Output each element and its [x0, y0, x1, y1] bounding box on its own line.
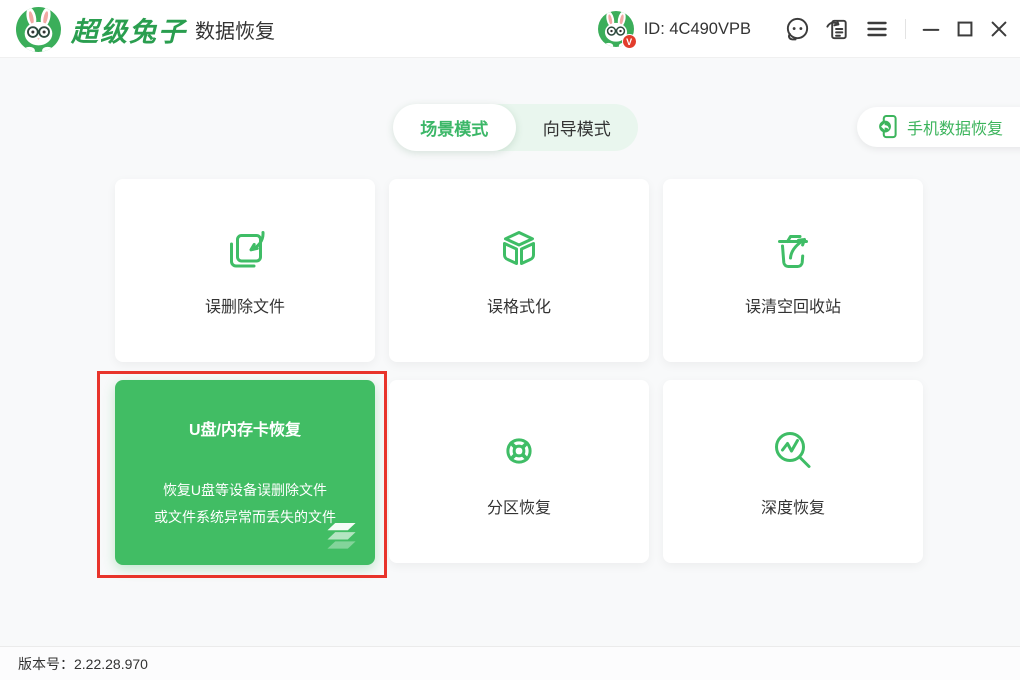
- card-recycle-bin[interactable]: 误清空回收站: [663, 179, 923, 362]
- cube-icon: [495, 225, 543, 275]
- card-label: 误格式化: [487, 293, 551, 317]
- card-description: 恢复U盘等设备误删除文件 或文件系统异常而丢失的文件: [154, 477, 336, 531]
- card-usb-memory-recovery[interactable]: U盘/内存卡恢复 恢复U盘等设备误删除文件 或文件系统异常而丢失的文件: [115, 380, 375, 565]
- card-label: 深度恢复: [761, 494, 825, 518]
- maximize-button[interactable]: [950, 14, 980, 44]
- layers-icon: [322, 522, 362, 553]
- footer: 版本号：2.22.28.970: [0, 646, 1020, 680]
- partition-icon: [495, 426, 543, 476]
- maximize-icon: [954, 18, 976, 40]
- brand-subtitle: 数据恢复: [195, 15, 275, 44]
- headset-support-icon: [784, 16, 811, 43]
- titlebar-controls: V ID: 4C490VPB: [598, 0, 1020, 58]
- card-description-line1: 恢复U盘等设备误删除文件: [154, 477, 336, 504]
- phone-recovery-label: 手机数据恢复: [907, 115, 1003, 139]
- menu-button[interactable]: [860, 12, 894, 46]
- deep-scan-icon: [769, 426, 817, 476]
- card-deep-recovery[interactable]: 深度恢复: [663, 380, 923, 563]
- tab-scene-mode[interactable]: 场景模式: [393, 104, 516, 151]
- card-label: 误删除文件: [205, 293, 285, 317]
- version-label: 版本号：2.22.28.970: [18, 654, 148, 674]
- phone-recovery-button[interactable]: 手机数据恢复: [857, 107, 1020, 147]
- brand-area: 超级兔子 数据恢复: [16, 0, 275, 58]
- user-id: ID: 4C490VPB: [644, 20, 751, 39]
- card-label: 分区恢复: [487, 494, 551, 518]
- mode-tabs: 场景模式 向导模式: [393, 104, 638, 151]
- card-partition-recovery[interactable]: 分区恢复: [389, 380, 649, 563]
- user-avatar[interactable]: V: [598, 11, 634, 47]
- card-label: 误清空回收站: [745, 293, 841, 317]
- hamburger-menu-icon: [865, 17, 889, 41]
- minimize-button[interactable]: [916, 14, 946, 44]
- file-restore-icon: [221, 225, 269, 275]
- phone-recovery-icon: [877, 114, 899, 140]
- titlebar: 超级兔子 数据恢复: [0, 0, 1020, 58]
- app-window: 超级兔子 数据恢复: [0, 0, 1020, 680]
- card-description-line2: 或文件系统异常而丢失的文件: [154, 504, 336, 531]
- close-icon: [988, 18, 1010, 40]
- vip-badge: V: [622, 34, 637, 49]
- feedback-icon: [824, 16, 851, 43]
- main-content: 场景模式 向导模式 手机数据恢复 误删除文件: [0, 59, 1020, 646]
- rabbit-logo-icon: [16, 7, 61, 52]
- card-formatted[interactable]: 误格式化: [389, 179, 649, 362]
- brand-name: 超级兔子: [71, 10, 187, 49]
- card-deleted-files[interactable]: 误删除文件: [115, 179, 375, 362]
- feedback-button[interactable]: [820, 12, 854, 46]
- titlebar-divider: [905, 19, 906, 39]
- support-button[interactable]: [780, 12, 814, 46]
- close-button[interactable]: [984, 14, 1014, 44]
- card-title: U盘/内存卡恢复: [189, 416, 301, 440]
- minimize-icon: [920, 18, 942, 40]
- trash-restore-icon: [769, 225, 817, 275]
- tab-wizard-mode[interactable]: 向导模式: [516, 104, 639, 151]
